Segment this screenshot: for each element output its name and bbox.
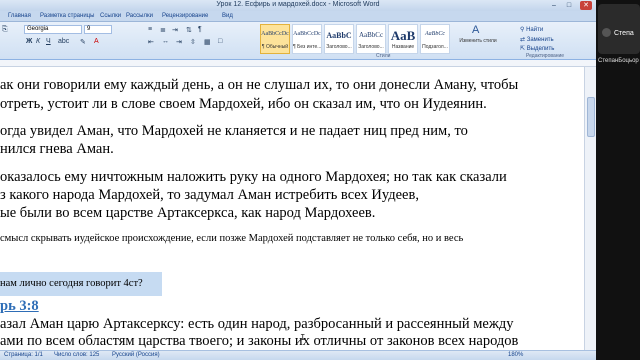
window-title: Урок 12. Есфирь и мардохей.docx - Micros…: [216, 1, 380, 8]
tab-view[interactable]: Вид: [222, 13, 233, 19]
style-sample: AaBbCcDc: [261, 31, 289, 37]
italic-icon[interactable]: К: [36, 38, 40, 45]
line-spacing-icon[interactable]: ⇳: [190, 38, 196, 46]
tab-review[interactable]: Рецензирование: [162, 13, 208, 19]
align-right-icon[interactable]: ⇥: [176, 38, 182, 46]
align-left-icon[interactable]: ⇤: [148, 38, 154, 46]
maximize-icon[interactable]: □: [563, 1, 575, 10]
style-name: ¶ Обычный: [261, 44, 289, 50]
tab-references[interactable]: Ссылки: [100, 13, 121, 19]
document-line: ами по всем областям царства твоего; и з…: [0, 333, 519, 349]
document-line: смысл скрывать иудейское происхождение, …: [0, 233, 464, 244]
paste-icon[interactable]: ⎘: [2, 26, 8, 34]
style-sample: AaB: [390, 28, 416, 43]
status-page: Страница: 1/1: [4, 352, 43, 358]
indent-icon[interactable]: ⇥: [172, 26, 178, 34]
word-window: Урок 12. Есфирь и мардохей.docx - Micros…: [0, 0, 596, 360]
find-label: Найти: [526, 27, 544, 33]
style-no-spacing[interactable]: AaBbCcDc ¶ Без инте...: [292, 24, 322, 54]
status-language[interactable]: Русский (Россия): [112, 352, 160, 358]
numbering-icon[interactable]: ≣: [160, 26, 166, 34]
microphone-icon: [602, 28, 611, 37]
align-center-icon[interactable]: ↔: [162, 38, 169, 45]
shading-icon[interactable]: ▦: [204, 38, 211, 46]
document-line: з какого народа Мардохей, то задумал Ама…: [0, 187, 419, 203]
style-sample: AaBbCc: [425, 31, 445, 37]
strikethrough-icon[interactable]: abc: [58, 38, 69, 45]
status-words: Число слов: 125: [54, 352, 100, 358]
zoom-level[interactable]: 180%: [508, 352, 523, 358]
style-name: Заголово...: [358, 44, 384, 50]
underline-icon[interactable]: Ч: [46, 38, 51, 45]
binoculars-icon: ⚲: [520, 27, 525, 33]
change-styles-label: Изменить стили: [459, 38, 497, 44]
tab-page-layout[interactable]: Разметка страницы: [40, 13, 94, 19]
document-line: оказалось ему ничтожным наложить руку на…: [0, 169, 507, 185]
style-heading-1[interactable]: AaBbC Заголово...: [324, 24, 354, 54]
scrollbar-thumb[interactable]: [587, 97, 595, 137]
style-sample: AaBbCcDc: [293, 31, 321, 37]
status-page-value: 1/1: [34, 352, 43, 358]
status-bar: Страница: 1/1 Число слов: 125 Русский (Р…: [0, 350, 596, 360]
participant-name-2: СтепанБоцьор: [598, 58, 639, 64]
change-styles-icon: A: [472, 24, 480, 36]
replace-label: Заменить: [526, 37, 554, 43]
document-line: ые были во всем царстве Артаксеркса, как…: [0, 205, 376, 221]
document-line: азал Аман царю Артаксерксу: есть один на…: [0, 316, 514, 332]
document-line: огда увидел Аман, что Мардохей не кланяе…: [0, 123, 468, 139]
ribbon: ⎘ Georgia 9 Ж К Ч abc ✎ A ≡ ≣ ⇥ ⇅ ¶ ⇤ ↔ …: [0, 22, 596, 60]
style-title[interactable]: AaB Название: [388, 24, 418, 54]
replace-button[interactable]: ⇄ Заменить: [520, 36, 554, 43]
horizontal-ruler[interactable]: [0, 60, 596, 67]
style-sample: AaBbC: [326, 31, 352, 40]
find-button[interactable]: ⚲ Найти: [520, 26, 543, 33]
bold-icon[interactable]: Ж: [26, 38, 32, 45]
select-button[interactable]: ⇱ Выделить: [520, 45, 554, 52]
styles-group-label: Стили: [376, 53, 391, 59]
style-name: ¶ Без инте...: [293, 44, 321, 50]
status-words-value: 125: [89, 352, 100, 358]
paragraph-mark-icon[interactable]: ¶: [198, 26, 202, 33]
participant-tile[interactable]: Степа: [598, 4, 640, 54]
style-name: Название: [391, 44, 415, 50]
participant-name: Степа: [614, 30, 634, 37]
vertical-scrollbar[interactable]: [584, 67, 596, 350]
ribbon-tabs: Главная Разметка страницы Ссылки Рассылк…: [0, 11, 596, 22]
change-styles-button[interactable]: A Изменить стили: [458, 24, 498, 56]
document-line: нился гнева Аман.: [0, 141, 114, 157]
text-highlight-icon[interactable]: ✎: [80, 38, 86, 46]
style-sample: AaBbCc: [358, 31, 384, 39]
select-label: Выделить: [526, 46, 555, 52]
text-cursor-icon: I: [300, 333, 306, 343]
document-line: ак они говорили ему каждый день, а он не…: [0, 77, 519, 93]
title-bar: Урок 12. Есфирь и мардохей.docx - Micros…: [0, 0, 596, 11]
style-name: Подзагол...: [422, 44, 448, 50]
font-name-select[interactable]: Georgia: [24, 25, 82, 34]
close-icon[interactable]: ✕: [580, 1, 592, 10]
editing-group-label: Редактирование: [526, 53, 565, 59]
selected-line: нам лично сегодня говорит 4ст?: [0, 272, 162, 296]
document-page[interactable]: ак они говорили ему каждый день, а он не…: [0, 67, 584, 350]
font-color-icon[interactable]: A: [94, 38, 99, 45]
style-normal[interactable]: AaBbCcDc ¶ Обычный: [260, 24, 290, 54]
font-size-select[interactable]: 9: [84, 25, 112, 34]
sort-icon[interactable]: ⇅: [186, 26, 192, 34]
replace-icon: ⇄: [520, 37, 526, 43]
style-name: Заголово...: [326, 44, 352, 50]
style-subtitle[interactable]: AaBbCc Подзагол...: [420, 24, 450, 54]
minimize-icon[interactable]: –: [548, 1, 560, 10]
select-icon: ⇱: [520, 46, 526, 52]
tab-home[interactable]: Главная: [8, 13, 31, 19]
video-call-panel: Степа СтепанБоцьор: [596, 0, 640, 360]
document-heading: рь 3:8: [0, 298, 39, 314]
tab-mailings[interactable]: Рассылки: [126, 13, 153, 19]
document-line: отреть, устоит ли в слове своем Мардохей…: [0, 96, 487, 112]
style-heading-2[interactable]: AaBbCc Заголово...: [356, 24, 386, 54]
borders-icon[interactable]: □: [218, 38, 222, 45]
bullets-icon[interactable]: ≡: [148, 26, 152, 33]
